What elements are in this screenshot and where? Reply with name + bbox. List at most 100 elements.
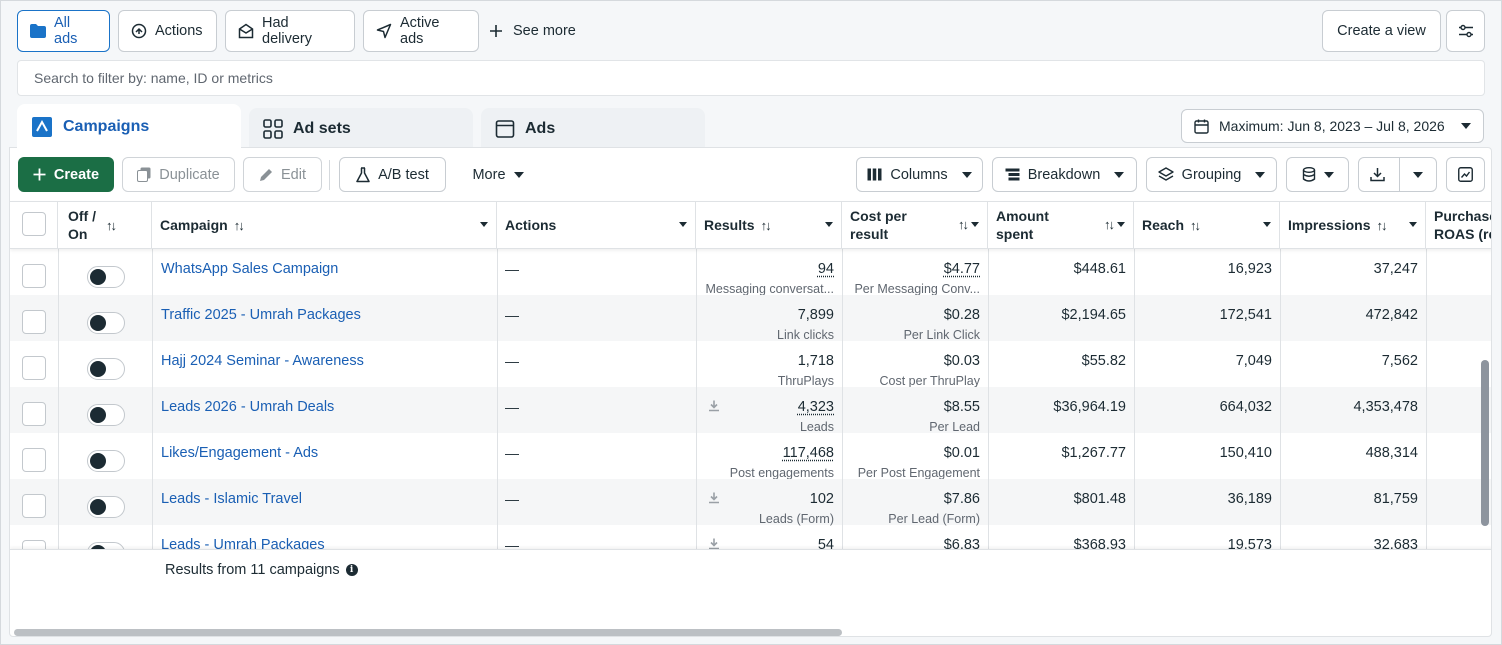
campaign-toggle[interactable] [87,312,125,334]
chevron-down-icon[interactable] [1263,222,1271,227]
header-amount-line2: spent [996,226,1034,242]
tab-ad-sets[interactable]: Ad sets [249,108,473,150]
campaign-name-link[interactable]: Traffic 2025 - Umrah Packages [161,307,361,323]
header-actions[interactable]: Actions [497,202,696,248]
columns-button[interactable]: Columns [856,157,983,192]
vertical-scrollbar[interactable] [1481,360,1489,526]
create-view-label: Create a view [1337,23,1426,39]
campaign-toggle[interactable] [87,358,125,380]
cost-value: $0.01 [943,445,980,461]
filter-active-ads-label: Active ads [400,15,440,47]
cost-value: $6.83 [943,537,980,549]
database-icon [1302,167,1315,182]
sort-icon[interactable]: ↑↓ [1190,218,1201,233]
campaign-name-link[interactable]: WhatsApp Sales Campaign [161,261,338,277]
actions-value: — [505,491,519,507]
cost-value: $0.03 [943,353,980,369]
filter-had-delivery[interactable]: Had delivery [225,10,355,52]
campaign-name-link[interactable]: Leads - Umrah Packages [161,537,325,549]
edit-button[interactable]: Edit [243,157,322,192]
tab-campaigns-label: Campaigns [63,118,150,135]
filter-active-ads[interactable]: Active ads [363,10,479,52]
ab-test-button[interactable]: A/B test [339,157,446,192]
info-icon[interactable]: i [345,564,358,576]
see-more-button[interactable]: See more [489,10,576,52]
chevron-down-icon[interactable] [679,222,687,227]
campaign-toggle[interactable] [87,542,125,549]
campaign-toggle[interactable] [87,450,125,472]
cost-type: Per Messaging Conv... [854,282,980,296]
breakdown-button[interactable]: Breakdown [992,157,1137,192]
chevron-down-icon[interactable] [825,222,833,227]
chevron-down-icon[interactable] [480,222,488,227]
cost-value: $7.86 [943,491,980,507]
row-checkbox[interactable] [22,494,46,518]
horizontal-scrollbar[interactable] [14,629,842,636]
export-data-button[interactable] [1286,157,1349,192]
row-checkbox[interactable] [22,264,46,288]
header-impressions[interactable]: Impressions ↑↓ [1280,202,1426,248]
sort-icon[interactable]: ↑↓ [761,218,772,233]
sort-icon[interactable]: ↑↓ [234,218,245,233]
settings-sliders-button[interactable] [1446,10,1485,52]
row-checkbox[interactable] [22,540,46,549]
row-checkbox[interactable] [22,402,46,426]
select-all-cell [10,202,58,248]
sort-icon[interactable]: ↑↓ [958,217,969,232]
date-range-picker[interactable]: Maximum: Jun 8, 2023 – Jul 8, 2026 [1181,109,1484,143]
header-campaign[interactable]: Campaign ↑↓ [152,202,497,248]
campaign-name-link[interactable]: Hajj 2024 Seminar - Awareness [161,353,364,369]
download-button[interactable] [1358,157,1437,192]
header-off-on[interactable]: Off / On ↑↓ [58,202,152,248]
chart-view-button[interactable] [1446,157,1485,192]
chevron-down-icon [1114,171,1125,178]
campaign-name-link[interactable]: Likes/Engagement - Ads [161,445,318,461]
header-purchase-roas[interactable]: Purchase ROAS (re [1426,202,1492,248]
impressions-value: 81,759 [1373,491,1418,507]
search-input[interactable]: Search to filter by: name, ID or metrics [17,60,1485,96]
header-off-on-line2: On [68,226,88,242]
campaign-name-link[interactable]: Leads 2026 - Umrah Deals [161,399,334,415]
cost-value: $0.28 [943,307,980,323]
search-placeholder: Search to filter by: name, ID or metrics [34,70,273,86]
select-all-checkbox[interactable] [22,212,46,236]
sort-icon[interactable]: ↑↓ [1104,217,1115,232]
actions-value: — [505,537,519,549]
tab-ads-label: Ads [525,120,556,137]
more-button[interactable]: More [462,157,534,192]
edit-label: Edit [281,166,306,183]
filter-actions[interactable]: Actions [118,10,217,52]
row-checkbox[interactable] [22,448,46,472]
row-checkbox[interactable] [22,310,46,334]
duplicate-label: Duplicate [159,166,220,183]
actions-value: — [505,445,519,461]
create-view-button[interactable]: Create a view [1322,10,1441,52]
download-icon [1370,168,1385,182]
filter-all-ads[interactable]: All ads [17,10,110,52]
see-more-label: See more [513,23,576,39]
header-cost-per-result[interactable]: Cost per result ↑↓ [842,202,988,248]
grouping-button[interactable]: Grouping [1146,157,1277,192]
tab-campaigns[interactable]: Campaigns [17,104,241,150]
row-checkbox[interactable] [22,356,46,380]
header-results[interactable]: Results ↑↓ [696,202,842,248]
header-reach[interactable]: Reach ↑↓ [1134,202,1280,248]
chevron-down-icon[interactable] [1117,222,1125,227]
create-button[interactable]: Create [18,157,114,192]
chevron-down-icon[interactable] [1409,222,1417,227]
chevron-down-icon [1323,171,1334,178]
results-value: 102 [809,491,834,507]
duplicate-button[interactable]: Duplicate [122,157,235,192]
chevron-down-icon[interactable] [971,222,979,227]
tab-ads[interactable]: Ads [481,108,705,150]
table-row: WhatsApp Sales Campaign — 94 Messaging c… [10,249,1491,296]
header-roas-line1: Purchase [1434,208,1492,224]
sort-icon[interactable]: ↑↓ [106,218,117,233]
header-amount-spent[interactable]: Amount spent ↑↓ [988,202,1134,248]
sort-icon[interactable]: ↑↓ [1376,218,1387,233]
campaign-toggle[interactable] [87,496,125,518]
reach-value: 172,541 [1219,307,1272,323]
campaign-name-link[interactable]: Leads - Islamic Travel [161,491,302,507]
campaign-toggle[interactable] [87,404,125,426]
campaign-toggle[interactable] [87,266,125,288]
